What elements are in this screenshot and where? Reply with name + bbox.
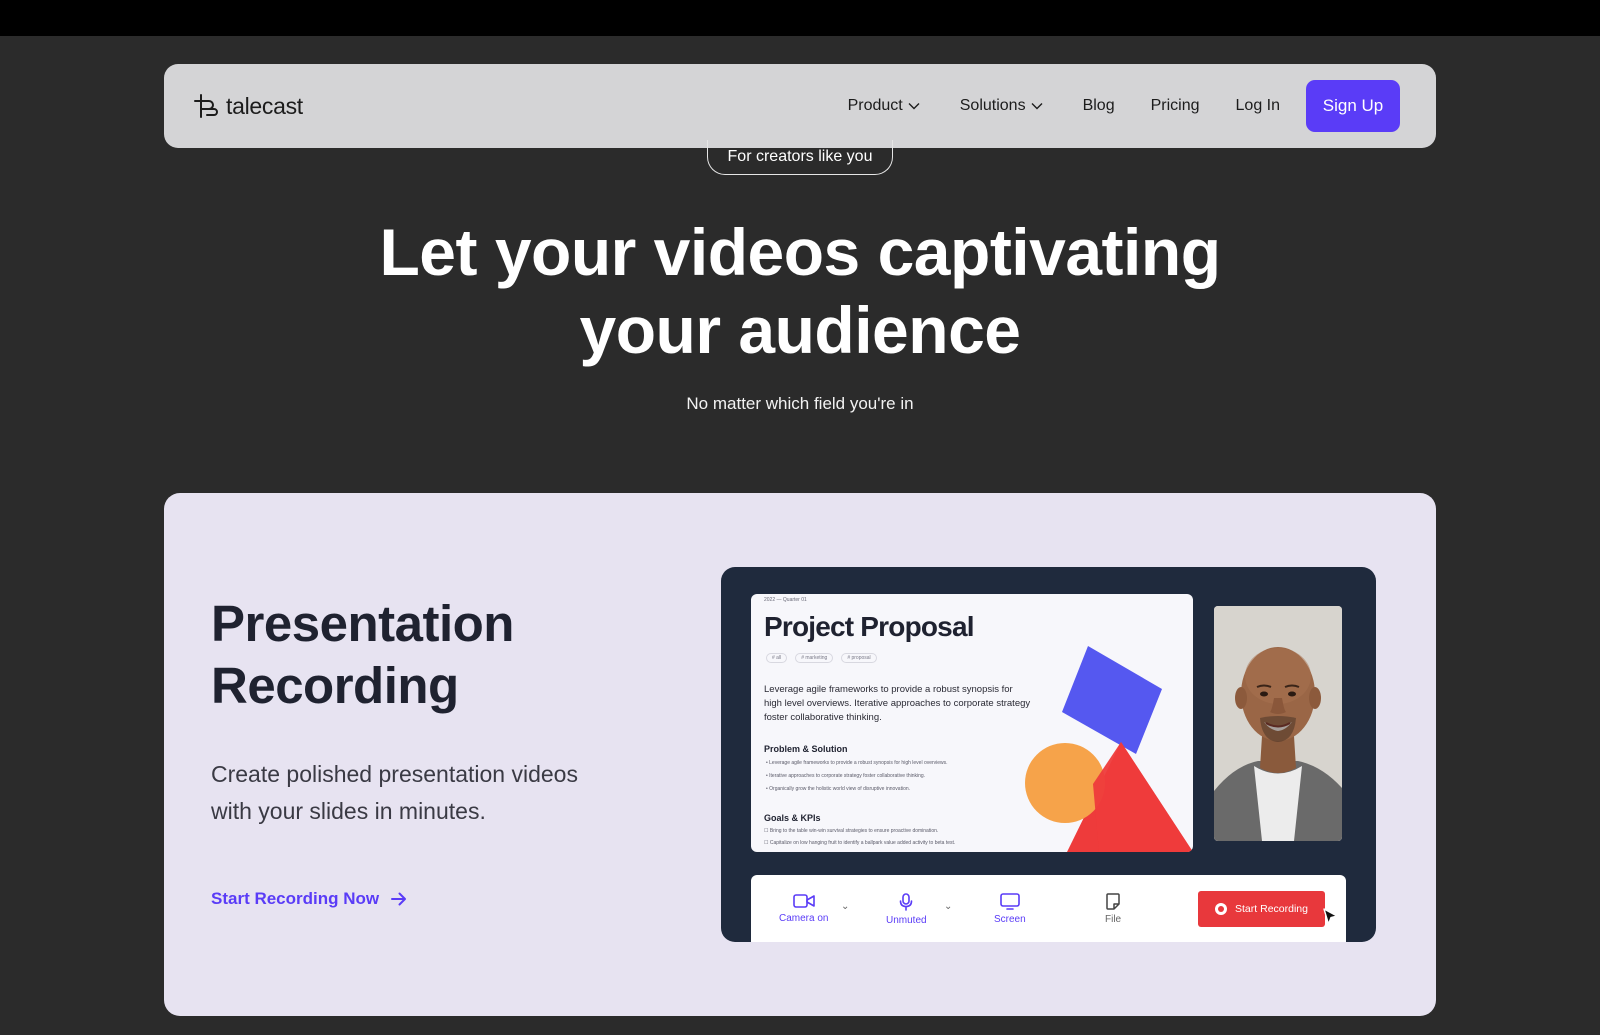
recording-toolbar: Camera on ⌄ Unmuted ⌄ Screen File Start … [751,875,1346,942]
chevron-down-icon [1031,103,1043,110]
feature-desc-line2: with your slides in minutes. [211,798,486,824]
nav-product-label: Product [847,97,903,114]
nav-product[interactable]: Product [848,97,920,115]
brand-name: talecast [226,92,303,119]
chevron-down-icon [908,103,920,110]
slide-body-text: Leverage agile frameworks to provide a r… [764,684,1031,723]
slide-checklist-item: ☐ Bring to the table win-win survival st… [764,828,939,834]
start-recording-now-link[interactable]: Start Recording Now [211,889,407,909]
webcam-feed [1214,606,1342,841]
slide-date: 2022 — Quarter 01 [764,597,807,603]
nav-login[interactable]: Log In [1236,97,1280,115]
slide-tags: # all # marketing # proposal [766,653,877,663]
hero-title: Let your videos captivating your audienc… [300,213,1300,369]
slide-section-heading: Problem & Solution [764,744,848,754]
feature-desc-line1: Create polished presentation videos [211,761,578,787]
arrow-right-icon [391,892,407,906]
feature-title: Presentation Recording [211,593,691,717]
chevron-down-icon[interactable]: ⌄ [841,901,849,912]
slide-checklist-item: ☐ Capitalize on low hanging fruit to ide… [764,840,956,846]
hero-pill-badge: For creators like you [707,140,893,175]
record-label: Start Recording [1235,903,1308,915]
file-button[interactable]: File [1105,893,1121,925]
presenter-avatar [1214,606,1342,841]
slide-section-heading: Goals & KPIs [764,813,821,823]
navbar: talecast Product Solutions Blog Pricing … [164,64,1436,148]
video-camera-icon [792,894,815,908]
slide-title: Project Proposal [764,611,975,642]
nav-blog[interactable]: Blog [1083,97,1115,115]
camera-label: Camera on [779,913,829,924]
monitor-icon [1000,893,1020,910]
slide-tag: # all [766,653,788,663]
nav-solutions[interactable]: Solutions [960,97,1043,115]
browser-top-bar [0,0,1600,36]
microphone-icon [899,893,913,911]
mic-label: Unmuted [886,915,927,926]
hero-title-line2: your audience [579,293,1021,367]
chevron-down-icon[interactable]: ⌄ [944,901,952,912]
mouse-cursor-icon [1323,908,1338,925]
mic-toggle[interactable]: Unmuted [886,893,927,926]
feature-title-line2: Recording [211,657,459,714]
start-recording-button[interactable]: Start Recording [1198,891,1325,927]
talecast-logo-icon [194,94,218,118]
file-label: File [1105,914,1122,925]
slide-tag: # marketing [795,653,834,663]
hero-subtitle: No matter which field you're in [686,394,914,413]
nav-links: Product Solutions Blog Pricing Log In Si… [848,80,1400,132]
nav-solutions-label: Solutions [959,97,1026,114]
feature-title-line1: Presentation [211,595,514,652]
screen-label: Screen [994,914,1026,925]
screen-share-button[interactable]: Screen [994,893,1026,925]
camera-toggle[interactable]: Camera on [779,893,828,924]
cta-label: Start Recording Now [211,889,380,908]
slide-bullet: • Iterative approaches to corporate stra… [766,773,926,779]
feature-card: Presentation Recording Create polished p… [164,493,1436,1016]
signup-button[interactable]: Sign Up [1306,80,1400,132]
slide-bullet: • Organically grow the holistic world vi… [766,786,911,792]
file-icon [1106,893,1120,910]
nav-pricing[interactable]: Pricing [1151,97,1200,115]
slide-bullet: • Leverage agile frameworks to provide a… [766,760,948,766]
record-dot-icon [1215,903,1228,915]
hero-title-line1: Let your videos captivating [379,215,1221,289]
brand-logo[interactable]: talecast [192,92,303,120]
recording-preview: 2022 — Quarter 01 Project Proposal # all… [721,567,1376,942]
presentation-slide: 2022 — Quarter 01 Project Proposal # all… [751,594,1193,852]
slide-tag: # proposal [841,653,877,663]
feature-description: Create polished presentation videos with… [211,756,671,830]
